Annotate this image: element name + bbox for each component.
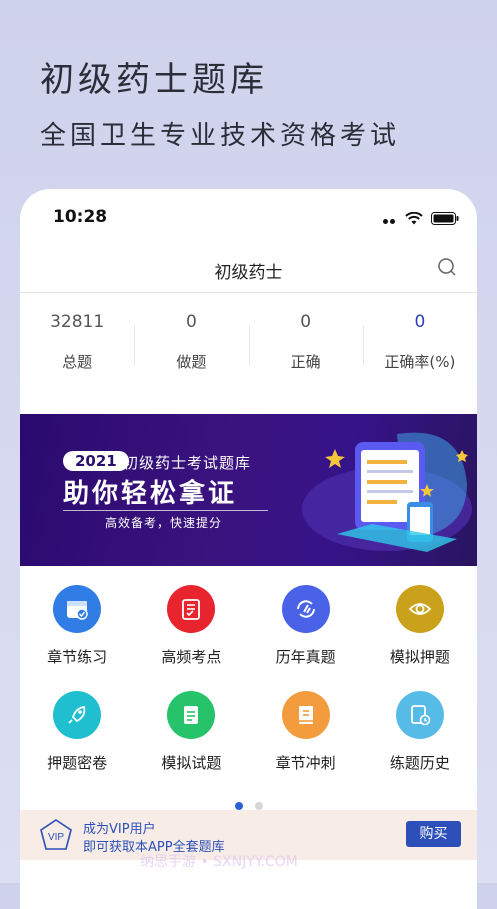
grid-item-label: 模拟押题 [389,648,450,666]
grid-item-label: 历年真题 [275,648,336,666]
grid-item-chapter-practice[interactable]: 章节练习 [20,585,134,667]
stat-correct: 0 正确 [248,309,363,389]
grid-item-label: 练题历史 [389,754,450,772]
banner-line2: 高效备考，快速提分 [105,516,223,530]
stat-label: 做题 [176,353,207,371]
buy-button[interactable]: 购买 [406,821,461,847]
grid-item-label: 章节练习 [47,648,108,666]
grid-item-secret-papers[interactable]: 押题密卷 [20,691,134,773]
svg-text:VIP: VIP [48,832,64,843]
grid-item-chapter-sprint[interactable]: 章节冲刺 [249,691,363,773]
stat-done: 0 做题 [134,309,248,389]
stats-row: 32811 总题 0 做题 0 正确 0 正确率(%) [20,309,477,389]
signal-icon [383,209,397,228]
grid-item-practice-history[interactable]: 练题历史 [363,691,477,773]
checklist-icon [167,585,216,633]
stat-label: 正确 [290,353,321,371]
history-refresh-icon [281,585,330,633]
banner-headline: 助你轻松拿证 [63,479,238,509]
grid-item-label: 模拟试题 [161,754,222,772]
stat-value: 32811 [50,312,105,332]
hero: 初级药士题库 全国卫生专业技术资格考试 [40,52,400,152]
grid-item-mock-tests[interactable]: 模拟试题 [134,691,248,773]
banner-illustration [302,432,472,552]
grid-item-label: 章节冲刺 [275,754,336,772]
hero-subtitle: 全国卫生专业技术资格考试 [40,121,401,151]
grid-item-label: 押题密卷 [47,754,108,772]
stat-accuracy: 0 正确率(%) [362,309,477,389]
rocket-icon [53,691,102,739]
grid-item-label: 高频考点 [161,648,222,666]
watermark: 纳思手游 • SXNJYY.COM [140,854,298,870]
stat-total: 32811 总题 [20,309,134,389]
stat-value: 0 [414,312,426,332]
page-dot[interactable] [254,802,263,810]
feature-grid: 章节练习 高频考点 历年真题 模拟押题 押题密卷 模拟试题 章节冲刺 练题历史 [20,585,477,773]
banner-year: 2021 [63,451,129,471]
stat-label: 正确率(%) [384,353,456,371]
phone-screen: 10:28 初级药士 32811 总题 0 做题 0 正确 0 正确率(%) 2… [20,189,477,909]
grid-item-past-exams[interactable]: 历年真题 [249,585,363,667]
stat-value: 0 [185,312,197,332]
banner-line1: 初级药士考试题库 [123,454,252,472]
hero-title: 初级药士题库 [40,60,268,100]
status-bar: 10:28 [20,189,477,239]
stat-value: 0 [300,312,312,332]
banner-divider [63,510,268,511]
vip-badge-icon: VIP [40,819,72,850]
stat-label: 总题 [62,353,93,371]
calendar-check-icon [53,585,102,633]
clock-document-icon [395,691,444,739]
vip-line1: 成为VIP用户 [83,822,156,837]
battery-icon [431,212,459,225]
page-title: 初级药士 [214,263,283,283]
document-icon [167,691,216,739]
search-icon[interactable] [437,257,457,277]
promo-banner[interactable]: 2021 初级药士考试题库 助你轻松拿证 高效备考，快速提分 [20,414,477,566]
eye-icon [395,585,444,633]
wifi-icon [405,212,423,225]
status-time: 10:28 [53,207,108,227]
nav-bar: 初级药士 [20,244,477,293]
book-icon [281,691,330,739]
status-icons [383,209,459,228]
page-dot-active[interactable] [234,802,243,810]
grid-item-mock-predict[interactable]: 模拟押题 [363,585,477,667]
grid-item-hot-points[interactable]: 高频考点 [134,585,248,667]
